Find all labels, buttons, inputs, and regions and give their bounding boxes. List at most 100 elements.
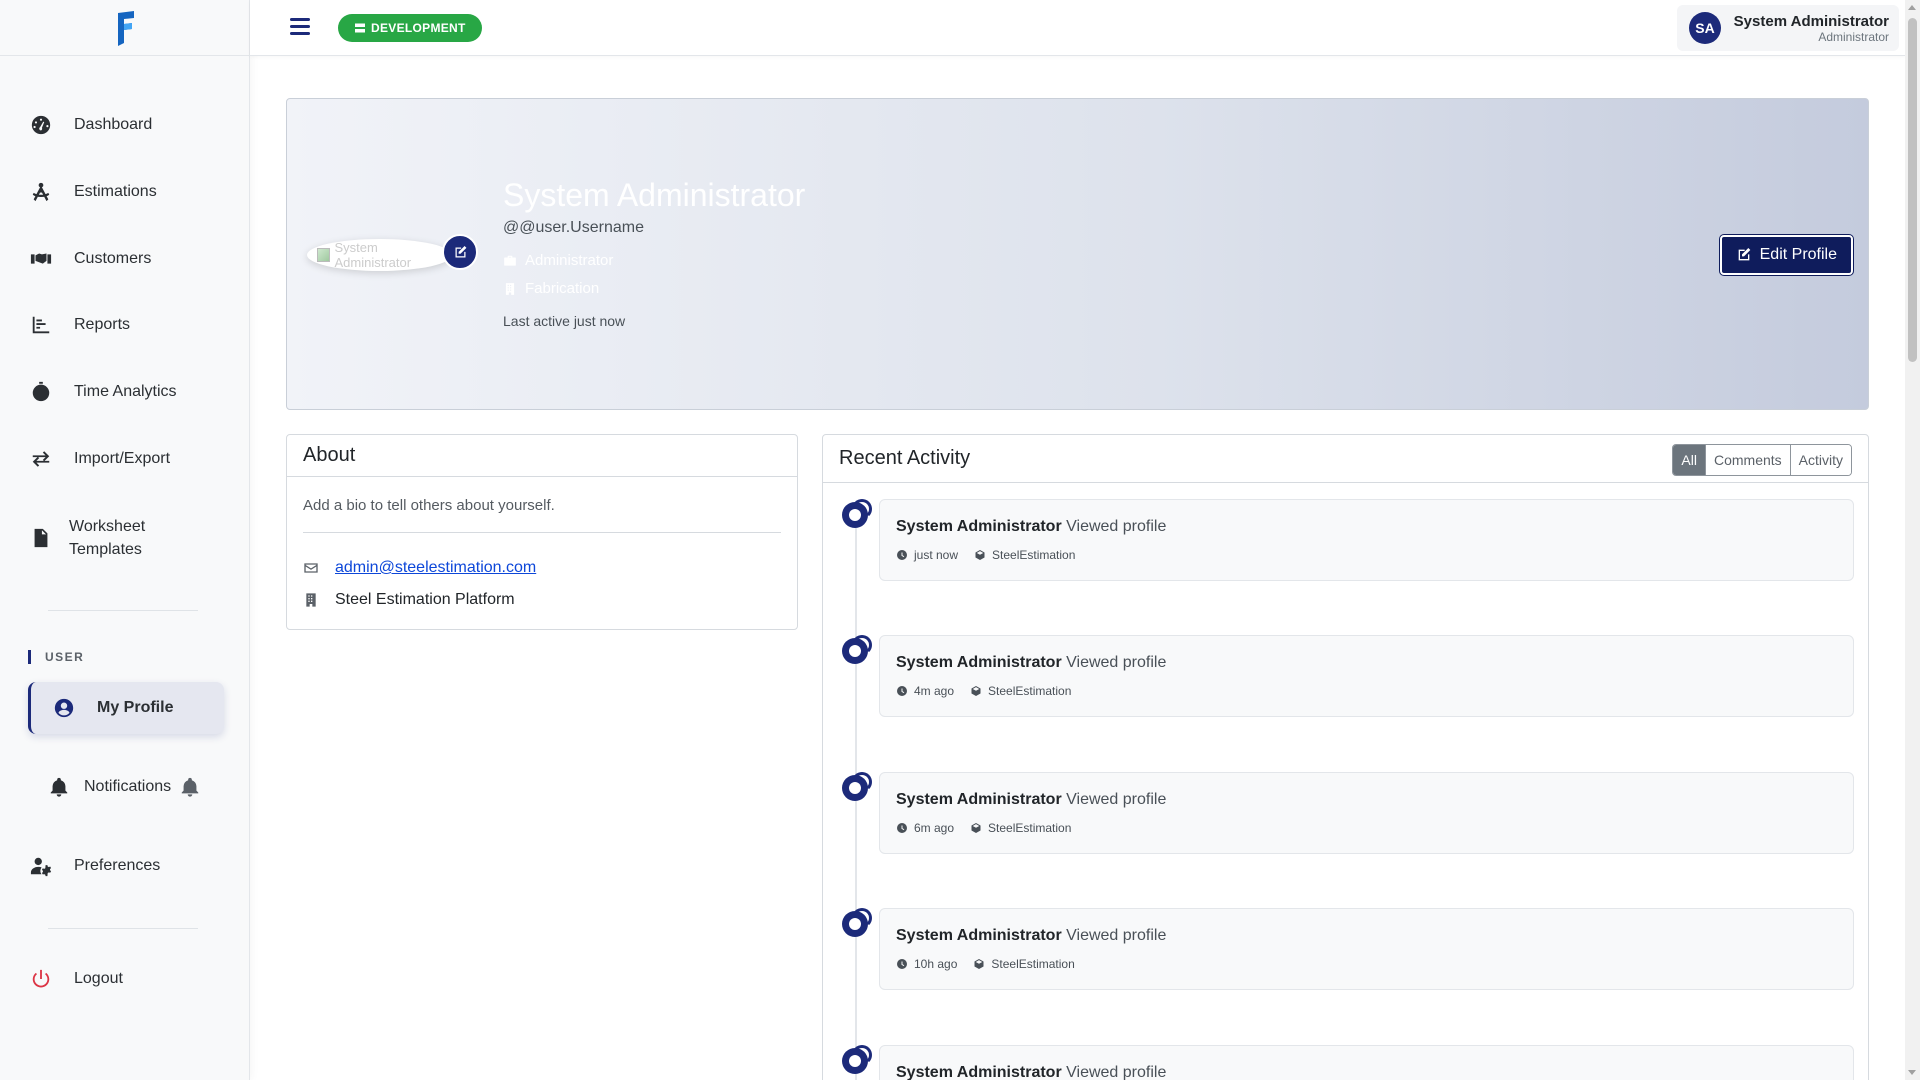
timeline-marker-icon — [842, 772, 872, 802]
timeline-marker-icon — [842, 499, 872, 529]
logout-button[interactable]: Logout — [28, 966, 223, 992]
user-cog-icon — [28, 853, 54, 879]
activity-title-text: System Administrator Viewed profile — [896, 518, 1167, 535]
sidebar-divider — [48, 928, 198, 929]
sidebar-item-label: My Profile — [97, 699, 174, 716]
activity-item[interactable]: System Administrator Viewed profile 6m a… — [879, 772, 1854, 854]
scroll-down-arrow[interactable] — [1908, 1070, 1916, 1075]
sidebar-item-label: Dashboard — [74, 116, 153, 133]
profile-username: @@user.Username — [503, 219, 644, 236]
sidebar-item-my-profile[interactable]: My Profile — [28, 682, 224, 734]
recent-activity-card: Recent Activity All Comments Activity Sy… — [822, 434, 1869, 1080]
activity-title-text: System Administrator Viewed profile — [896, 927, 1167, 944]
profile-avatar-image: System Administrator — [307, 239, 452, 271]
cube-icon — [971, 823, 981, 833]
activity-title-text: System Administrator Viewed profile — [896, 1064, 1167, 1080]
sidebar-item-worksheet-templates[interactable]: Worksheet Templates — [28, 515, 223, 561]
edit-icon — [1738, 248, 1750, 261]
power-icon — [28, 966, 54, 992]
activity-item[interactable]: System Administrator Viewed profile just… — [879, 499, 1854, 581]
chart-bar-icon — [28, 312, 54, 338]
activity-meta: 10h ago SteelEstimation — [896, 957, 1075, 971]
sidebar-item-label: Worksheet Templates — [69, 518, 146, 558]
sidebar-item-label: Time Analytics — [74, 383, 177, 400]
sidebar-item-notifications[interactable]: Notifications — [46, 774, 223, 800]
exchange-icon — [28, 446, 54, 472]
sidebar-item-time-analytics[interactable]: Time Analytics — [28, 379, 223, 405]
activity-item[interactable]: System Administrator Viewed profile — [879, 1045, 1854, 1080]
scroll-up-arrow[interactable] — [1908, 5, 1916, 10]
cube-icon — [971, 686, 981, 696]
sidebar-item-label: Reports — [74, 316, 131, 333]
sidebar-divider — [48, 610, 198, 611]
sidebar-item-import-export[interactable]: Import/Export — [28, 446, 223, 472]
bell-icon — [46, 774, 72, 800]
about-title: About — [287, 435, 797, 477]
briefcase-icon — [504, 255, 516, 266]
email-link[interactable]: admin@steelestimation.com — [335, 559, 536, 577]
sidebar-item-label: Import/Export — [74, 450, 171, 467]
stopwatch-icon — [28, 379, 54, 405]
filter-all-button[interactable]: All — [1673, 445, 1705, 475]
user-role: Administrator — [1818, 29, 1889, 44]
activity-item[interactable]: System Administrator Viewed profile 4m a… — [879, 635, 1854, 717]
sidebar-item-label: Customers — [74, 250, 152, 267]
hamburger-menu-icon[interactable] — [290, 18, 310, 36]
gauge-icon — [28, 112, 54, 138]
clock-icon — [897, 686, 907, 696]
edit-profile-button[interactable]: Edit Profile — [1719, 235, 1853, 275]
top-bar: DEVELOPMENT SA System Administrator Admi… — [250, 0, 1905, 56]
activity-filter-group: All Comments Activity — [1672, 444, 1852, 476]
building-icon — [505, 282, 515, 295]
activity-title-text: System Administrator Viewed profile — [896, 791, 1167, 808]
edit-icon — [455, 245, 466, 257]
organization-name: Steel Estimation Platform — [335, 591, 515, 608]
activity-meta: 6m ago SteelEstimation — [896, 821, 1071, 835]
sidebar-item-customers[interactable]: Customers — [28, 246, 223, 272]
edit-avatar-button[interactable] — [442, 234, 478, 270]
user-menu[interactable]: SA System Administrator Administrator — [1677, 5, 1899, 51]
user-circle-icon — [51, 695, 77, 721]
server-icon — [355, 23, 365, 33]
sidebar-item-dashboard[interactable]: Dashboard — [28, 112, 223, 138]
profile-header: System Administrator System Administrato… — [286, 98, 1869, 410]
clock-icon — [897, 823, 907, 833]
about-divider — [303, 532, 781, 533]
logout-label: Logout — [74, 970, 123, 987]
filter-activity-button[interactable]: Activity — [1789, 445, 1851, 475]
drafting-compass-icon — [28, 179, 54, 205]
cube-icon — [974, 959, 984, 969]
filter-comments-button[interactable]: Comments — [1704, 445, 1790, 475]
sidebar-item-label: Notifications — [84, 778, 172, 795]
page-scrollbar[interactable] — [1905, 0, 1920, 1080]
clock-icon — [897, 959, 907, 969]
building-icon — [303, 592, 319, 608]
activity-meta: 4m ago SteelEstimation — [896, 684, 1071, 698]
environment-badge: DEVELOPMENT — [338, 14, 482, 42]
last-active-text: Last active just now — [503, 313, 626, 329]
scroll-thumb[interactable] — [1908, 18, 1917, 362]
profile-department: Fabrication — [503, 280, 599, 297]
user-menu-text: System Administrator Administrator — [1734, 13, 1889, 44]
profile-role: Administrator — [503, 252, 613, 269]
app-logo[interactable] — [0, 0, 249, 56]
broken-image-icon — [317, 248, 331, 262]
sidebar-item-label: Estimations — [74, 183, 157, 200]
sidebar-item-preferences[interactable]: Preferences — [28, 853, 223, 879]
activity-title-text: System Administrator Viewed profile — [896, 654, 1167, 671]
user-name: System Administrator — [1733, 12, 1889, 30]
sidebar-item-estimations[interactable]: Estimations — [28, 179, 223, 205]
cube-icon — [975, 550, 985, 560]
avatar: SA — [1689, 12, 1721, 44]
bio-placeholder: Add a bio to tell others about yourself. — [303, 497, 555, 514]
activity-item[interactable]: System Administrator Viewed profile 10h … — [879, 908, 1854, 990]
about-card: About Add a bio to tell others about you… — [286, 434, 798, 630]
sidebar-item-reports[interactable]: Reports — [28, 312, 223, 338]
file-icon — [28, 525, 54, 551]
envelope-icon — [303, 560, 319, 576]
sidebar: Dashboard Estimations Customers Reports … — [0, 0, 250, 1080]
handshake-icon — [28, 246, 54, 272]
sidebar-section-label: USER — [28, 650, 84, 664]
timeline-marker-icon — [842, 1045, 872, 1075]
timeline-marker-icon — [842, 635, 872, 665]
